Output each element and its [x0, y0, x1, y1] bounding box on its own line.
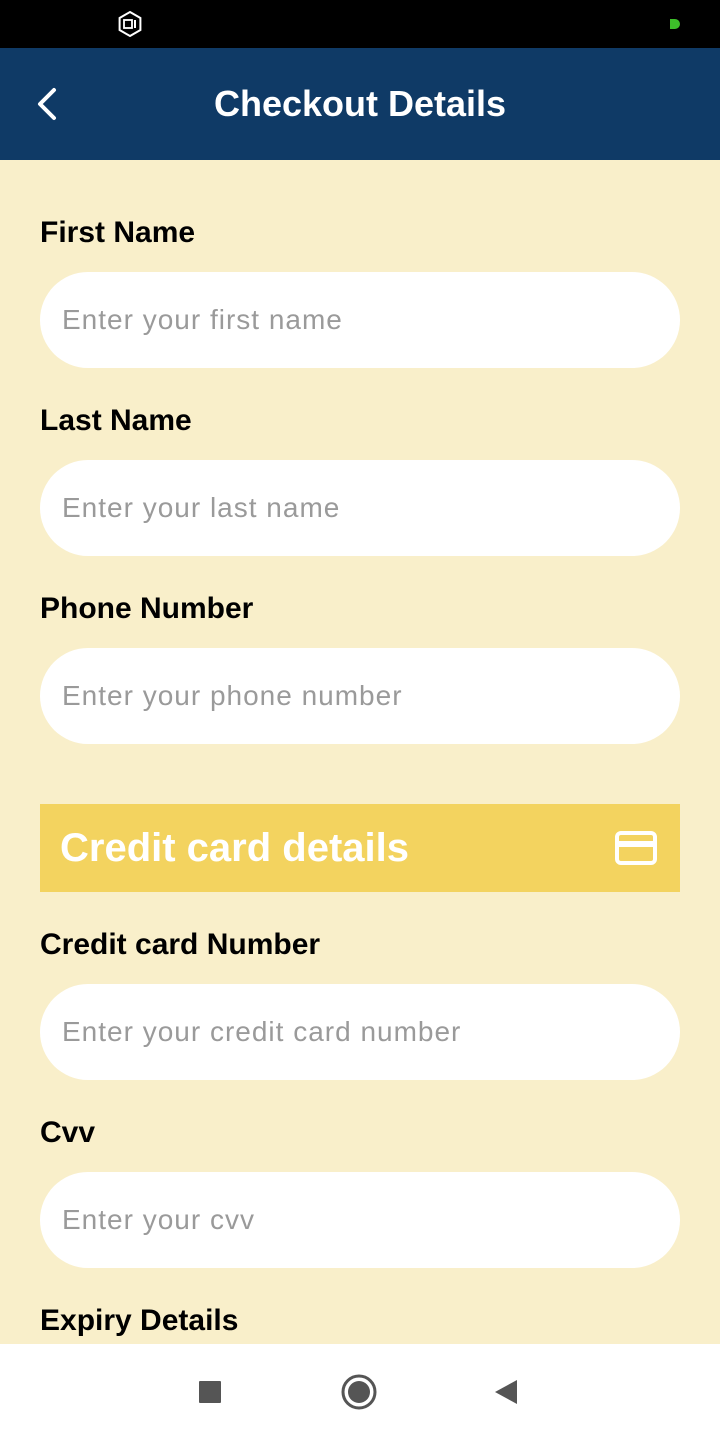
cvv-label: Cvv: [40, 1116, 96, 1149]
credit-card-icon: [615, 831, 657, 865]
phone-number-input[interactable]: [40, 648, 680, 744]
last-name-input[interactable]: [40, 460, 680, 556]
cvv-input[interactable]: [40, 1172, 680, 1268]
green-dot-icon: [670, 19, 680, 29]
last-name-label: Last Name: [40, 404, 192, 437]
first-name-input[interactable]: [40, 272, 680, 368]
page-title: Checkout Details: [213, 83, 507, 124]
mi-logo-icon: [118, 11, 142, 37]
square-icon[interactable]: [190, 1372, 230, 1412]
section-title: Credit card details: [60, 826, 410, 870]
card-number-input[interactable]: [40, 984, 680, 1080]
card-number-label: Credit card Number: [40, 928, 321, 961]
triangle-back-icon[interactable]: [487, 1372, 527, 1412]
system-nav-bar: [0, 1344, 720, 1440]
checkout-form: First Name Last Name Phone Number Credit…: [0, 160, 720, 1344]
first-name-label: First Name: [40, 216, 196, 249]
expiry-details-label: Expiry Details: [40, 1304, 239, 1337]
app-bar: Checkout Details: [0, 48, 720, 160]
status-bar: [0, 0, 720, 48]
phone-number-label: Phone Number: [40, 592, 254, 625]
credit-card-section-header: Credit card details: [40, 804, 680, 892]
circle-icon[interactable]: [339, 1372, 379, 1412]
